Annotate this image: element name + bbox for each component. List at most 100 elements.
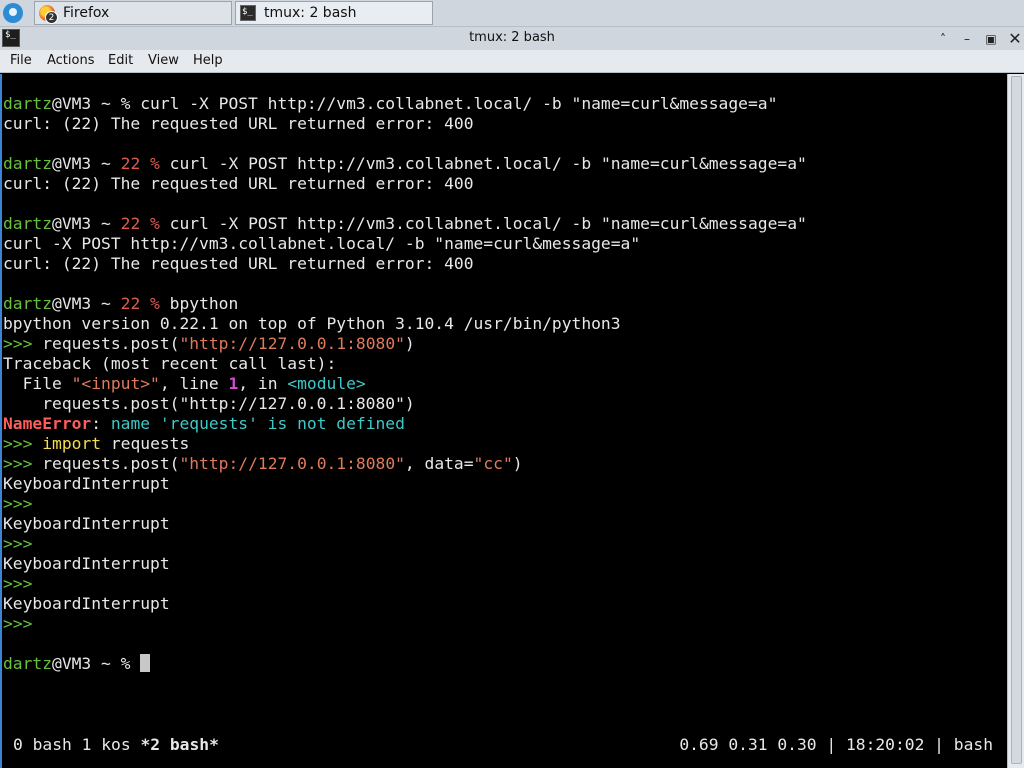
terminal-line: NameError: name 'requests' is not define… [3, 414, 807, 434]
terminal-line: >>> requests.post("http://127.0.0.1:8080… [3, 334, 807, 354]
tmux-window-2-active[interactable]: *2 bash* [140, 735, 218, 754]
terminal-text: 22 % [120, 214, 160, 233]
tmux-window-1[interactable]: 1 kos [82, 735, 131, 754]
terminal-text: @VM3 ~ % [52, 654, 141, 673]
menubar: File Actions Edit View Help [0, 50, 1024, 73]
terminal-line: KeyboardInterrupt [3, 514, 807, 534]
terminal-line: KeyboardInterrupt [3, 474, 807, 494]
scrollbar-thumb[interactable] [1011, 76, 1022, 764]
terminal-text: KeyboardInterrupt [3, 474, 170, 493]
terminal-line: >>> [3, 614, 807, 634]
taskbar-item-label: tmux: 2 bash [264, 5, 357, 21]
taskbar-item-firefox[interactable]: 2 Firefox [34, 1, 232, 25]
terminal-text: @VM3 ~ % curl -X POST http://vm3.collabn… [52, 94, 778, 113]
terminal-line: dartz@VM3 ~ 22 % bpython [3, 294, 807, 314]
menu-file[interactable]: File [10, 53, 32, 68]
terminal-text: bpython [159, 294, 239, 313]
close-button[interactable]: ✕ [1006, 30, 1024, 48]
terminal-line: curl: (22) The requested URL returned er… [3, 254, 807, 274]
maximize-icon: ▣ [985, 32, 997, 46]
terminal-line: File "<input>", line 1, in <module> [3, 374, 807, 394]
taskbar-item-tmux[interactable]: $_ tmux: 2 bash [235, 1, 433, 25]
terminal-text: KeyboardInterrupt [3, 594, 170, 613]
terminal-text: >>> [3, 494, 33, 513]
terminal-text: dartz [3, 654, 53, 673]
terminal-scrollbar[interactable] [1007, 74, 1024, 768]
terminal-line: >>> [3, 534, 807, 554]
taskbar: 2 Firefox $_ tmux: 2 bash [0, 0, 1024, 26]
terminal-text: >>> [3, 614, 33, 633]
terminal-line: curl: (22) The requested URL returned er… [3, 174, 807, 194]
terminal-text: bpython version 0.22.1 on top of Python … [3, 314, 621, 333]
terminal-line: KeyboardInterrupt [3, 554, 807, 574]
tmux-status-right: 0.69 0.31 0.30 | 18:20:02 | bash [679, 735, 993, 754]
terminal-text: ) [404, 334, 415, 353]
terminal-line: dartz@VM3 ~ % [3, 654, 807, 674]
window-titlebar[interactable]: $_ tmux: 2 bash ˄ – ▣ ✕ [0, 26, 1024, 50]
terminal-text: , line [159, 374, 229, 393]
terminal-icon: $_ [240, 5, 256, 21]
terminal-text: curl: (22) The requested URL returned er… [3, 254, 474, 273]
terminal-line: requests.post("http://127.0.0.1:8080") [3, 394, 807, 414]
menu-view[interactable]: View [148, 53, 179, 68]
terminal-text: curl: (22) The requested URL returned er… [3, 114, 474, 133]
menu-help[interactable]: Help [193, 53, 223, 68]
terminal-text: curl -X POST http://vm3.collabnet.local/… [159, 214, 807, 233]
tmux-window-0[interactable]: 0 bash [13, 735, 72, 754]
terminal-line: >>> [3, 494, 807, 514]
terminal-text: >>> [3, 434, 33, 453]
terminal-text: "http://127.0.0.1:8080" [179, 454, 405, 473]
terminal-text: : [91, 414, 111, 433]
minimize-button[interactable]: – [958, 30, 976, 48]
chevron-up-icon: ˄ [940, 32, 946, 46]
minimize-icon: – [964, 32, 970, 46]
terminal-text: "http://127.0.0.1:8080" [179, 334, 405, 353]
menu-edit[interactable]: Edit [108, 53, 133, 68]
terminal-text: NameError [3, 414, 92, 433]
taskbar-item-label: Firefox [63, 5, 110, 21]
terminal-text: dartz [3, 154, 53, 173]
terminal-text: 22 % [120, 154, 160, 173]
terminal-text: 22 % [120, 294, 160, 313]
terminal-line: >>> [3, 574, 807, 594]
terminal-output[interactable]: dartz@VM3 ~ % curl -X POST http://vm3.co… [0, 74, 1007, 768]
window-title: tmux: 2 bash [469, 30, 555, 45]
close-icon: ✕ [1008, 29, 1022, 48]
terminal-text: 1 [228, 374, 239, 393]
terminal-text: >>> [3, 454, 33, 473]
terminal-text: requests [101, 434, 190, 453]
terminal-text: curl: (22) The requested URL returned er… [3, 174, 474, 193]
terminal-text: ) [512, 454, 523, 473]
terminal-line: bpython version 0.22.1 on top of Python … [3, 314, 807, 334]
terminal-text: curl -X POST http://vm3.collabnet.local/… [3, 234, 641, 253]
terminal-text: requests.post( [32, 454, 180, 473]
terminal-line: KeyboardInterrupt [3, 594, 807, 614]
terminal-text: , in [238, 374, 288, 393]
shade-button[interactable]: ˄ [934, 30, 952, 48]
terminal-text: dartz [3, 214, 53, 233]
terminal-text: , data= [404, 454, 474, 473]
terminal-text: File [3, 374, 72, 393]
window-count-badge: 2 [45, 11, 58, 24]
terminal-text: >>> [3, 534, 33, 553]
app-menu-icon[interactable] [3, 3, 23, 23]
terminal-text: dartz [3, 94, 53, 113]
terminal-line: curl -X POST http://vm3.collabnet.local/… [3, 234, 807, 254]
terminal-line: >>> import requests [3, 434, 807, 454]
terminal-cursor [140, 654, 151, 672]
terminal-text: curl -X POST http://vm3.collabnet.local/… [159, 154, 807, 173]
terminal-line: >>> requests.post("http://127.0.0.1:8080… [3, 454, 807, 474]
tmux-status-bar: 0 bash 1 kos *2 bash* 0.69 0.31 0.30 | 1… [3, 735, 1003, 755]
terminal-text: >>> [3, 574, 33, 593]
terminal-text: Traceback (most recent call last): [3, 354, 337, 373]
terminal-text: @VM3 ~ [52, 294, 121, 313]
maximize-button[interactable]: ▣ [982, 30, 1000, 48]
terminal-line: dartz@VM3 ~ 22 % curl -X POST http://vm3… [3, 154, 807, 174]
terminal-text: "cc" [473, 454, 513, 473]
menu-actions[interactable]: Actions [47, 53, 95, 68]
terminal-line: curl: (22) The requested URL returned er… [3, 114, 807, 134]
terminal-text: "<input>" [71, 374, 160, 393]
terminal-text: KeyboardInterrupt [3, 514, 170, 533]
